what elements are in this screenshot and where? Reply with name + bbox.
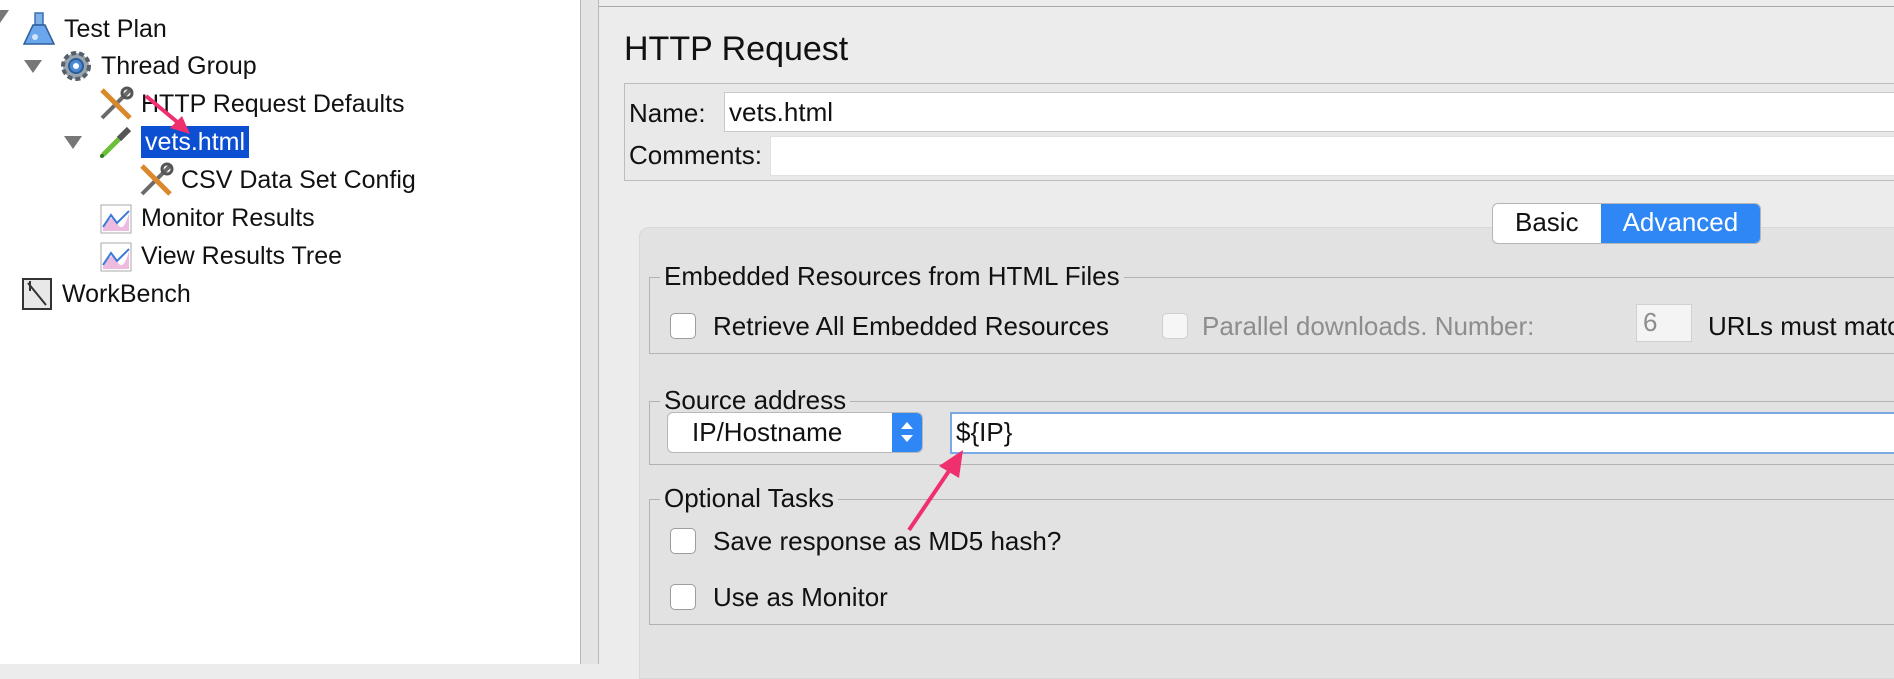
tree-item-vets-html[interactable]: vets.html [97, 123, 250, 161]
tree-item-workbench[interactable]: WorkBench [18, 277, 191, 311]
workbench-icon [18, 275, 56, 313]
tree-item-label: View Results Tree [141, 242, 343, 270]
divider [599, 6, 1894, 7]
optional-tasks-group: Optional Tasks Save response as MD5 hash… [649, 483, 1894, 625]
flask-icon [20, 10, 58, 48]
md5-hash-label: Save response as MD5 hash? [713, 526, 1062, 556]
tools-icon [97, 85, 135, 123]
tree-item-view-results-tree[interactable]: View Results Tree [97, 239, 342, 273]
name-comments-box: Name: vets.html Comments: [624, 83, 1894, 181]
parallel-downloads-number[interactable]: 6 [1636, 304, 1692, 342]
tools-icon [137, 161, 175, 199]
source-address-input[interactable]: ${IP} [950, 412, 1894, 454]
retrieve-embedded-label: Retrieve All Embedded Resources [713, 311, 1109, 341]
source-type-select[interactable]: IP/Hostname [667, 412, 923, 453]
group-title: Optional Tasks [660, 483, 839, 513]
tree-item-csv-data-set-config[interactable]: CSV Data Set Config [137, 161, 416, 199]
embedded-resources-group: Embedded Resources from HTML Files Retri… [649, 261, 1894, 354]
tree-item-label-selected: vets.html [141, 126, 250, 158]
http-request-panel: HTTP Request Name: vets.html Comments: B… [599, 0, 1894, 679]
source-address-group: Source address IP/Hostname ${IP} [649, 385, 1894, 465]
parallel-downloads-label: Parallel downloads. Number: [1202, 311, 1535, 341]
tree-item-monitor-results[interactable]: Monitor Results [97, 201, 315, 235]
comments-label: Comments: [629, 140, 762, 170]
expand-toggle-thread-group[interactable] [24, 60, 42, 73]
expand-toggle-test-plan[interactable] [0, 10, 9, 23]
name-label: Name: [629, 98, 706, 128]
chevron-up-down-icon [892, 413, 922, 452]
tree-item-thread-group[interactable]: Thread Group [57, 49, 257, 83]
tree-item-label: HTTP Request Defaults [141, 90, 405, 118]
parallel-downloads-checkbox[interactable] [1162, 313, 1188, 339]
panel-splitter[interactable] [581, 0, 599, 664]
urls-must-match-label: URLs must match: [1708, 311, 1894, 341]
tree-item-http-request-defaults[interactable]: HTTP Request Defaults [97, 85, 405, 123]
tree-item-label: WorkBench [62, 280, 191, 308]
graph-icon [97, 199, 135, 237]
name-field[interactable]: vets.html [724, 92, 1894, 132]
tab-basic[interactable]: Basic [1493, 204, 1601, 243]
pipette-icon [97, 123, 135, 161]
tree-item-test-plan[interactable]: Test Plan [20, 12, 167, 46]
graph-icon [97, 237, 135, 275]
test-plan-tree[interactable]: Test Plan Thread Group HTTP Request Defa… [0, 0, 581, 664]
tab-advanced[interactable]: Advanced [1600, 204, 1761, 243]
source-type-value: IP/Hostname [692, 417, 843, 447]
use-as-monitor-checkbox[interactable] [670, 584, 696, 610]
md5-hash-checkbox[interactable] [670, 528, 696, 554]
page-title: HTTP Request [624, 30, 849, 68]
tree-item-label: CSV Data Set Config [181, 166, 416, 194]
gear-icon [57, 47, 95, 85]
group-title: Embedded Resources from HTML Files [660, 261, 1124, 291]
expand-toggle-vets-html[interactable] [64, 136, 82, 149]
comments-field[interactable] [770, 136, 1894, 176]
use-as-monitor-label: Use as Monitor [713, 582, 888, 612]
retrieve-embedded-checkbox[interactable] [670, 313, 696, 339]
tree-item-label: Test Plan [64, 15, 167, 43]
tree-item-label: Monitor Results [141, 204, 315, 232]
tab-bar: Basic Advanced [1492, 203, 1762, 244]
group-title: Source address [660, 385, 851, 415]
tree-item-label: Thread Group [101, 52, 257, 80]
